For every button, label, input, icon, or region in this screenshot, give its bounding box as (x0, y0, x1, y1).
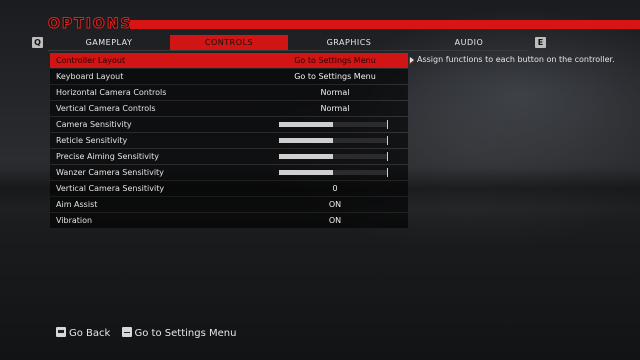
setting-value: Normal (320, 104, 350, 113)
setting-description: Assign functions to each button on the c… (417, 55, 615, 64)
setting-row-wanzer-camera-sensitivity[interactable]: Wanzer Camera Sensitivity (50, 165, 408, 180)
setting-label: Vibration (56, 216, 93, 225)
setting-label: Horizontal Camera Controls (56, 88, 167, 97)
slider-fill (279, 122, 333, 127)
page-title: OPTIONS (48, 16, 133, 32)
sensitivity-slider[interactable] (279, 152, 389, 161)
setting-row-controller-layout[interactable]: Controller Layout Go to Settings Menu (50, 53, 414, 68)
setting-row-keyboard-layout[interactable]: Keyboard Layout Go to Settings Menu (50, 69, 408, 84)
setting-label: Camera Sensitivity (56, 120, 132, 129)
setting-row-vertical-camera-sensitivity[interactable]: Vertical Camera Sensitivity 0 (50, 181, 408, 196)
slider-fill (279, 138, 333, 143)
escape-key-icon (56, 327, 66, 337)
setting-label: Vertical Camera Controls (56, 104, 156, 113)
setting-label: Aim Assist (56, 200, 98, 209)
tab-controls[interactable]: CONTROLS (170, 35, 288, 50)
setting-label: Keyboard Layout (56, 72, 124, 81)
setting-value: Go to Settings Menu (294, 72, 376, 81)
setting-value: ON (328, 216, 342, 225)
setting-label: Reticle Sensitivity (56, 136, 128, 145)
setting-row-precise-aiming-sensitivity[interactable]: Precise Aiming Sensitivity (50, 149, 408, 164)
sensitivity-slider[interactable] (279, 136, 389, 145)
description-arrow-icon (410, 57, 414, 63)
setting-value: Go to Settings Menu (294, 56, 376, 65)
space-key-icon (121, 327, 132, 337)
setting-row-aim-assist[interactable]: Aim Assist ON (50, 197, 408, 212)
tab-divider (48, 50, 528, 51)
slider-max-marker (387, 120, 388, 129)
setting-value: 0 (332, 184, 338, 193)
title-accent-bar (130, 20, 640, 29)
setting-row-horizontal-camera-controls[interactable]: Horizontal Camera Controls Normal (50, 85, 408, 100)
setting-value: ON (328, 200, 342, 209)
button-prompts: Go Back Go to Settings Menu (56, 327, 244, 341)
setting-label: Vertical Camera Sensitivity (56, 184, 165, 193)
slider-max-marker (387, 136, 388, 145)
setting-label: Controller Layout (56, 56, 126, 65)
settings-menu-prompt[interactable]: Go to Settings Menu (121, 327, 237, 341)
setting-row-reticle-sensitivity[interactable]: Reticle Sensitivity (50, 133, 408, 148)
settings-menu-label: Go to Settings Menu (134, 328, 237, 339)
setting-label: Precise Aiming Sensitivity (56, 152, 160, 161)
setting-row-vertical-camera-controls[interactable]: Vertical Camera Controls Normal (50, 101, 408, 116)
tab-graphics[interactable]: GRAPHICS (290, 35, 408, 50)
sensitivity-slider[interactable] (279, 168, 389, 177)
setting-row-vibration[interactable]: Vibration ON (50, 213, 408, 228)
settings-list: Controller Layout Go to Settings Menu Ke… (50, 53, 414, 229)
prev-tab-key-icon[interactable]: Q (32, 37, 43, 48)
tab-gameplay[interactable]: GAMEPLAY (50, 35, 168, 50)
slider-max-marker (387, 152, 388, 161)
slider-max-marker (387, 168, 388, 177)
go-back-prompt[interactable]: Go Back (56, 327, 110, 341)
go-back-label: Go Back (69, 328, 111, 339)
next-tab-key-icon[interactable]: E (535, 37, 546, 48)
slider-fill (279, 170, 333, 175)
setting-row-camera-sensitivity[interactable]: Camera Sensitivity (50, 117, 408, 132)
setting-value: Normal (320, 88, 350, 97)
sensitivity-slider[interactable] (279, 120, 389, 129)
tab-audio[interactable]: AUDIO (410, 35, 528, 50)
slider-fill (279, 154, 333, 159)
setting-label: Wanzer Camera Sensitivity (56, 168, 164, 177)
